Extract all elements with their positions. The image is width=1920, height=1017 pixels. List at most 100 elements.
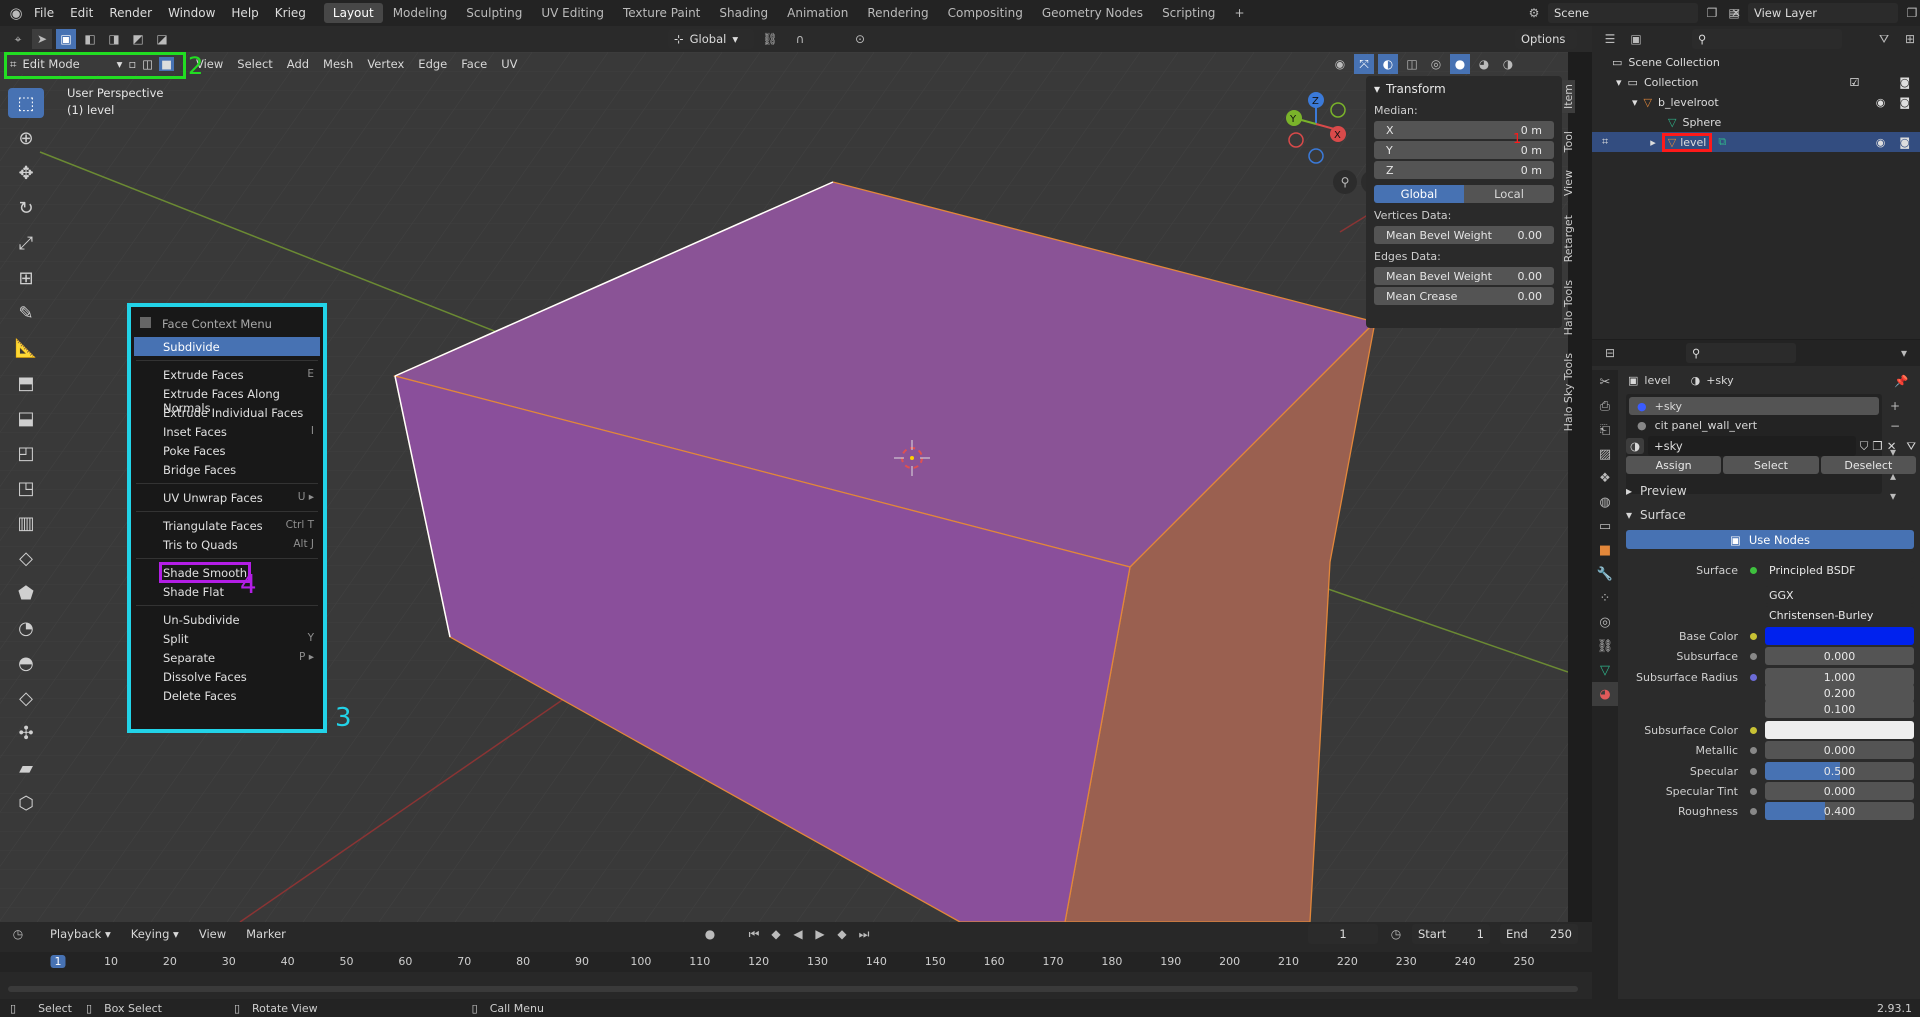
vertex-bevel-weight-field[interactable]: Mean Bevel Weight 0.00 [1374, 226, 1554, 244]
orientation-dropdown[interactable]: ⊹ Global ▾ [668, 29, 754, 49]
select-extend-icon[interactable]: ◧ [80, 29, 100, 49]
transform-tool-icon[interactable]: ⊞ [8, 263, 44, 293]
display-mode-icon[interactable]: ▣ [1626, 29, 1646, 49]
menu-item-delete-faces[interactable]: Delete Faces [134, 686, 320, 705]
menu-item-subdivide[interactable]: Subdivide [134, 337, 320, 356]
outliner-search-input[interactable]: ⚲ [1692, 29, 1842, 49]
menu-item-poke-faces[interactable]: Poke Faces [134, 441, 320, 460]
duplicate-material-icon[interactable]: ❐ [1872, 439, 1882, 453]
outliner-sphere[interactable]: ▽ Sphere [1592, 112, 1920, 132]
menu-vertex[interactable]: Vertex [361, 57, 410, 71]
menu-item-uv-unwrap[interactable]: UV Unwrap Faces U ▸ [134, 488, 320, 507]
outliner-levelroot[interactable]: ▾ ▽ b_levelroot ◉ ◙ [1592, 92, 1920, 112]
play-reverse-icon[interactable]: ◀ [788, 924, 808, 944]
subsurface-method-dropdown[interactable]: Christensen-Burley [1765, 606, 1914, 624]
menu-item-shade-smooth[interactable]: Shade Smooth [134, 562, 320, 583]
new-collection-icon[interactable]: ⊞ [1900, 29, 1920, 49]
constraints-properties-icon[interactable]: ⛓ [1592, 634, 1618, 658]
deselect-button[interactable]: Deselect [1820, 456, 1916, 474]
shear-tool-icon[interactable]: ▰ [8, 753, 44, 783]
specular-slider[interactable]: 0.500 [1765, 762, 1914, 780]
menu-item-dissolve-faces[interactable]: Dissolve Faces [134, 667, 320, 686]
output-properties-icon[interactable]: ⎗ [1592, 418, 1618, 442]
current-frame-field[interactable]: 1 [1308, 924, 1378, 944]
camera-restrict-icon[interactable]: ◙ [1899, 96, 1910, 109]
menu-edit[interactable]: Edit [62, 6, 101, 20]
median-x-field[interactable]: X 0 m [1374, 121, 1554, 139]
jump-start-icon[interactable]: ⏮ [744, 924, 764, 944]
browse-material-icon[interactable]: ◑ [1626, 438, 1645, 454]
menu-file[interactable]: File [26, 6, 62, 20]
menu-playback[interactable]: Playback ▾ [42, 927, 119, 941]
transform-header[interactable]: ▾ Transform [1374, 82, 1554, 96]
tab-retarget[interactable]: Retarget [1562, 215, 1575, 262]
filter-icon[interactable]: ⛛ [1874, 29, 1894, 49]
end-frame-field[interactable]: End 250 [1500, 924, 1578, 944]
menu-marker[interactable]: Marker [238, 927, 294, 941]
options-dropdown[interactable]: Options [1515, 29, 1577, 49]
surface-shader-field[interactable]: Principled BSDF [1765, 561, 1914, 579]
median-y-field[interactable]: Y 0 m [1374, 141, 1554, 159]
add-workspace-button[interactable]: + [1225, 3, 1253, 23]
outliner-collection[interactable]: ▾ ▭ Collection ☑ ◙ [1592, 72, 1920, 92]
menu-select[interactable]: Select [231, 57, 278, 71]
preview-panel-header[interactable]: ▸ Preview [1626, 484, 1687, 498]
material-slot-item[interactable]: ● +sky [1629, 397, 1879, 415]
menu-item-triangulate[interactable]: Triangulate Faces Ctrl T [134, 516, 320, 535]
physics-properties-icon[interactable]: ◎ [1592, 610, 1618, 634]
eye-icon[interactable]: ◉ [1876, 96, 1886, 109]
edge-bevel-weight-field[interactable]: Mean Bevel Weight 0.00 [1374, 267, 1554, 285]
tab-scripting[interactable]: Scripting [1153, 3, 1224, 23]
slot-link-icon[interactable]: ⛛ [1906, 439, 1916, 454]
remove-slot-icon[interactable]: − [1890, 416, 1900, 436]
add-cube-tool-icon[interactable]: ⬒ [8, 368, 44, 398]
tab-sculpting[interactable]: Sculpting [457, 3, 531, 23]
poly-build-tool-icon[interactable]: ⬟ [8, 578, 44, 608]
annotate-tool-icon[interactable]: ✎ [8, 298, 44, 328]
modifier-properties-icon[interactable]: 🔧 [1592, 562, 1618, 586]
menu-face[interactable]: Face [455, 57, 493, 71]
loop-cut-tool-icon[interactable]: ▥ [8, 508, 44, 538]
select-invert-icon[interactable]: ◩ [128, 29, 148, 49]
checkbox-icon[interactable]: ☑ [1849, 76, 1859, 89]
jump-end-icon[interactable]: ⏭ [854, 924, 874, 944]
extrude-tool-icon[interactable]: ⬓ [8, 403, 44, 433]
copy-scene-icon[interactable]: ❐ [1702, 3, 1722, 23]
material-shading-icon[interactable]: ◕ [1474, 54, 1494, 74]
world-properties-icon[interactable]: ◍ [1592, 490, 1618, 514]
overlay-toggle-icon[interactable]: ◐ [1378, 54, 1398, 74]
scale-tool-icon[interactable]: ⤢ [8, 228, 44, 258]
move-down-icon[interactable]: ▾ [1890, 486, 1900, 506]
menu-keying[interactable]: Keying ▾ [123, 927, 187, 941]
select-button[interactable]: Select [1723, 456, 1819, 474]
material-slot-item[interactable]: ● cit panel_wall_vert [1629, 416, 1879, 434]
material-name-field[interactable]: +sky [1648, 436, 1856, 456]
edge-slide-tool-icon[interactable]: ◇ [8, 683, 44, 713]
select-tool-icon[interactable]: ➤ [32, 29, 52, 49]
wireframe-shading-icon[interactable]: ◎ [1426, 54, 1446, 74]
visibility-icon[interactable]: ◉ [1330, 54, 1350, 74]
select-box-tool-icon[interactable]: ⬚ [8, 88, 44, 118]
tab-view[interactable]: View [1562, 170, 1575, 196]
unlink-material-icon[interactable]: ✕ [1887, 439, 1897, 453]
select-intersect-icon[interactable]: ◪ [152, 29, 172, 49]
camera-restrict-icon[interactable]: ◙ [1899, 136, 1910, 149]
solid-shading-icon[interactable]: ● [1450, 54, 1470, 74]
mean-crease-field[interactable]: Mean Crease 0.00 [1374, 287, 1554, 305]
menu-item-tris-to-quads[interactable]: Tris to Quads Alt J [134, 535, 320, 554]
fake-user-icon[interactable]: ⛉ [1860, 439, 1869, 454]
menu-item-extrude-along-normals[interactable]: Extrude Faces Along Normals [134, 384, 320, 415]
knife-tool-icon[interactable]: ◇ [8, 543, 44, 573]
menu-item-extrude-individual[interactable]: Extrude Individual Faces [134, 403, 320, 422]
bevel-tool-icon[interactable]: ◳ [8, 473, 44, 503]
outliner-level[interactable]: ⌗ ▸ ▽ level ⧉ ◉ ◙ [1592, 132, 1920, 152]
proportional-edit-icon[interactable]: ⊙ [850, 29, 870, 49]
distribution-dropdown[interactable]: GGX [1765, 586, 1914, 604]
subsurface-field[interactable]: 0.000 [1765, 647, 1914, 665]
move-tool-icon[interactable]: ✥ [8, 158, 44, 188]
play-icon[interactable]: ▶ [810, 924, 830, 944]
data-properties-icon[interactable]: ▽ [1592, 658, 1618, 682]
copy-view-layer-icon[interactable]: ❐ [1902, 3, 1920, 23]
menu-item-un-subdivide[interactable]: Un-Subdivide [134, 610, 320, 629]
snap-icon[interactable]: ∩ [790, 29, 810, 49]
